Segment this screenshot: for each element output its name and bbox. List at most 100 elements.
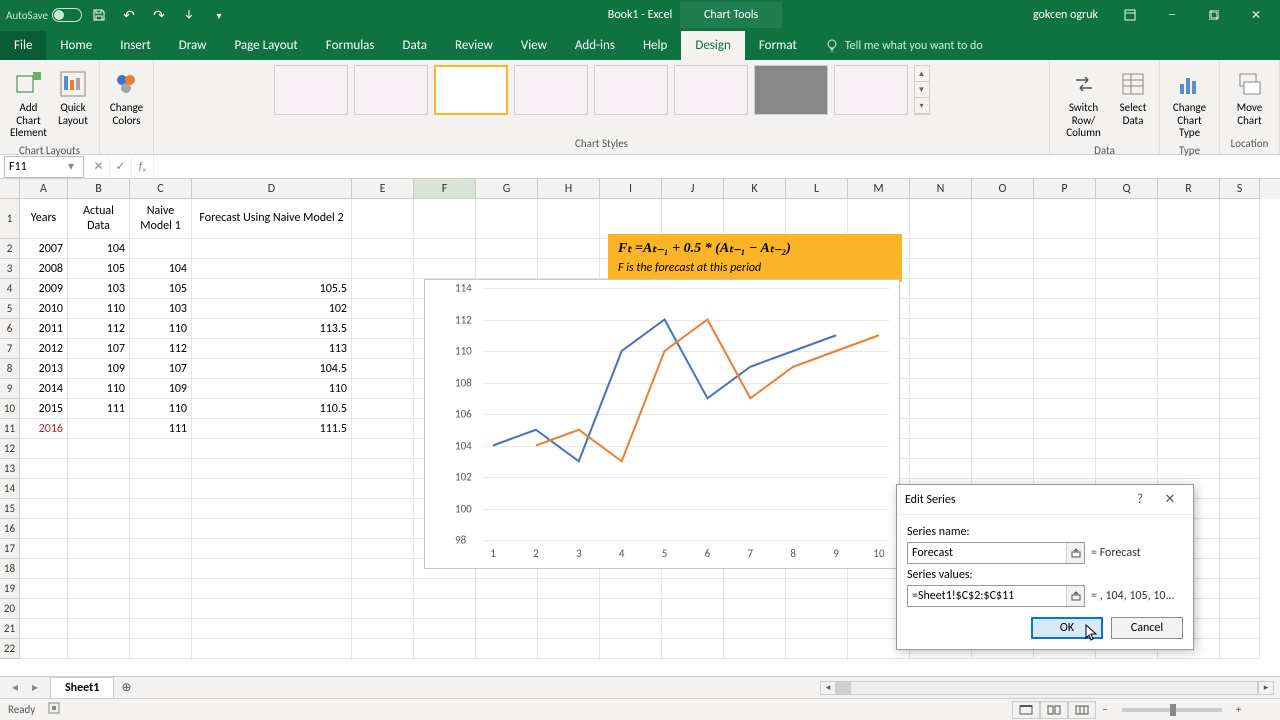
cell[interactable]: [1158, 379, 1220, 399]
cell[interactable]: [662, 619, 724, 639]
cell[interactable]: [1096, 319, 1158, 339]
move-chart-button[interactable]: Move Chart: [1226, 66, 1273, 129]
cell[interactable]: 111: [68, 399, 130, 419]
dialog-help-icon[interactable]: ?: [1125, 485, 1155, 515]
chart-style-3[interactable]: [434, 65, 508, 115]
cell[interactable]: [972, 439, 1034, 459]
cell[interactable]: [476, 599, 538, 619]
cell[interactable]: 104: [68, 239, 130, 259]
col-header-F[interactable]: F: [414, 179, 476, 199]
name-box-dropdown-icon[interactable]: ▾: [63, 159, 79, 174]
undo-icon[interactable]: ↶: [116, 2, 142, 28]
cell[interactable]: [352, 619, 414, 639]
col-header-L[interactable]: L: [786, 179, 848, 199]
chart-series-line[interactable]: [493, 320, 836, 462]
cell[interactable]: 113.5: [192, 319, 352, 339]
cell[interactable]: [538, 619, 600, 639]
cell[interactable]: [972, 299, 1034, 319]
cell[interactable]: [20, 559, 68, 579]
col-header-M[interactable]: M: [848, 179, 910, 199]
cell[interactable]: [972, 339, 1034, 359]
cell[interactable]: [352, 379, 414, 399]
cell[interactable]: 112: [130, 339, 192, 359]
cell[interactable]: [1158, 339, 1220, 359]
qat-customize-icon[interactable]: ▾: [206, 2, 232, 28]
cell[interactable]: Forecast Using Naive Model 2: [192, 199, 352, 239]
cell[interactable]: [192, 639, 352, 659]
ribbon-display-options-icon[interactable]: [1112, 0, 1148, 30]
dialog-close-icon[interactable]: ✕: [1155, 485, 1185, 515]
cell[interactable]: [600, 199, 662, 239]
chart-plot-area[interactable]: 9810010210410610811011211412345678910: [483, 288, 889, 540]
cell[interactable]: [1158, 419, 1220, 439]
cell[interactable]: [910, 299, 972, 319]
chart-style-6[interactable]: [674, 65, 748, 115]
cell[interactable]: [1220, 339, 1260, 359]
cell[interactable]: [1034, 439, 1096, 459]
cell[interactable]: [352, 279, 414, 299]
cell[interactable]: [600, 599, 662, 619]
cell[interactable]: Actual Data: [68, 199, 130, 239]
cell[interactable]: [1220, 299, 1260, 319]
row-header[interactable]: 19: [0, 579, 20, 599]
macro-record-icon[interactable]: [47, 701, 61, 718]
cell[interactable]: [414, 619, 476, 639]
row-header[interactable]: 18: [0, 559, 20, 579]
cell[interactable]: [20, 499, 68, 519]
cell[interactable]: [538, 579, 600, 599]
cell[interactable]: [476, 239, 538, 259]
row-header[interactable]: 10: [0, 399, 20, 419]
cell[interactable]: 110: [68, 379, 130, 399]
col-header-N[interactable]: N: [910, 179, 972, 199]
tab-home[interactable]: Home: [46, 31, 106, 60]
cell[interactable]: [662, 199, 724, 239]
row-header[interactable]: 3: [0, 259, 20, 279]
add-chart-element-button[interactable]: Add Chart Element: [6, 66, 51, 142]
accept-formula-icon[interactable]: ✓: [110, 156, 132, 178]
cell[interactable]: [352, 199, 414, 239]
cell[interactable]: [910, 339, 972, 359]
cell[interactable]: 2007: [20, 239, 68, 259]
tab-insert[interactable]: Insert: [106, 31, 165, 60]
cell[interactable]: [20, 639, 68, 659]
cell[interactable]: [1034, 399, 1096, 419]
cell[interactable]: [1158, 279, 1220, 299]
cell[interactable]: [910, 399, 972, 419]
col-header-D[interactable]: D: [192, 179, 352, 199]
cell[interactable]: 2012: [20, 339, 68, 359]
tab-formulas[interactable]: Formulas: [312, 31, 389, 60]
cell[interactable]: 109: [130, 379, 192, 399]
cancel-button[interactable]: Cancel: [1111, 617, 1183, 639]
cell[interactable]: [1220, 579, 1260, 599]
cell[interactable]: [724, 199, 786, 239]
cell[interactable]: [1096, 379, 1158, 399]
cell[interactable]: [192, 459, 352, 479]
cell[interactable]: [68, 639, 130, 659]
cell[interactable]: [600, 579, 662, 599]
range-select-icon[interactable]: [1066, 586, 1084, 606]
change-colors-button[interactable]: Change Colors: [106, 66, 147, 129]
quick-layout-button[interactable]: Quick Layout: [53, 66, 93, 129]
cell[interactable]: [130, 619, 192, 639]
cell[interactable]: [68, 519, 130, 539]
cell[interactable]: 2011: [20, 319, 68, 339]
cell[interactable]: [662, 599, 724, 619]
cell[interactable]: 103: [68, 279, 130, 299]
cell[interactable]: [68, 579, 130, 599]
cell[interactable]: 111: [130, 419, 192, 439]
cell[interactable]: [910, 279, 972, 299]
sheet-nav-prev-icon[interactable]: ◂: [6, 679, 24, 697]
cell[interactable]: [538, 199, 600, 239]
page-layout-view-icon[interactable]: [1040, 701, 1068, 719]
cell[interactable]: 104: [130, 259, 192, 279]
cell[interactable]: 2010: [20, 299, 68, 319]
cell[interactable]: [130, 559, 192, 579]
row-header[interactable]: 8: [0, 359, 20, 379]
cell[interactable]: [1220, 319, 1260, 339]
embedded-chart[interactable]: 9810010210410610811011211412345678910: [424, 279, 900, 569]
sheet-nav-next-icon[interactable]: ▸: [26, 679, 44, 697]
row-header[interactable]: 21: [0, 619, 20, 639]
cell[interactable]: Naive Model 1: [130, 199, 192, 239]
change-chart-type-button[interactable]: Change Chart Type: [1166, 66, 1213, 142]
cell[interactable]: [352, 339, 414, 359]
